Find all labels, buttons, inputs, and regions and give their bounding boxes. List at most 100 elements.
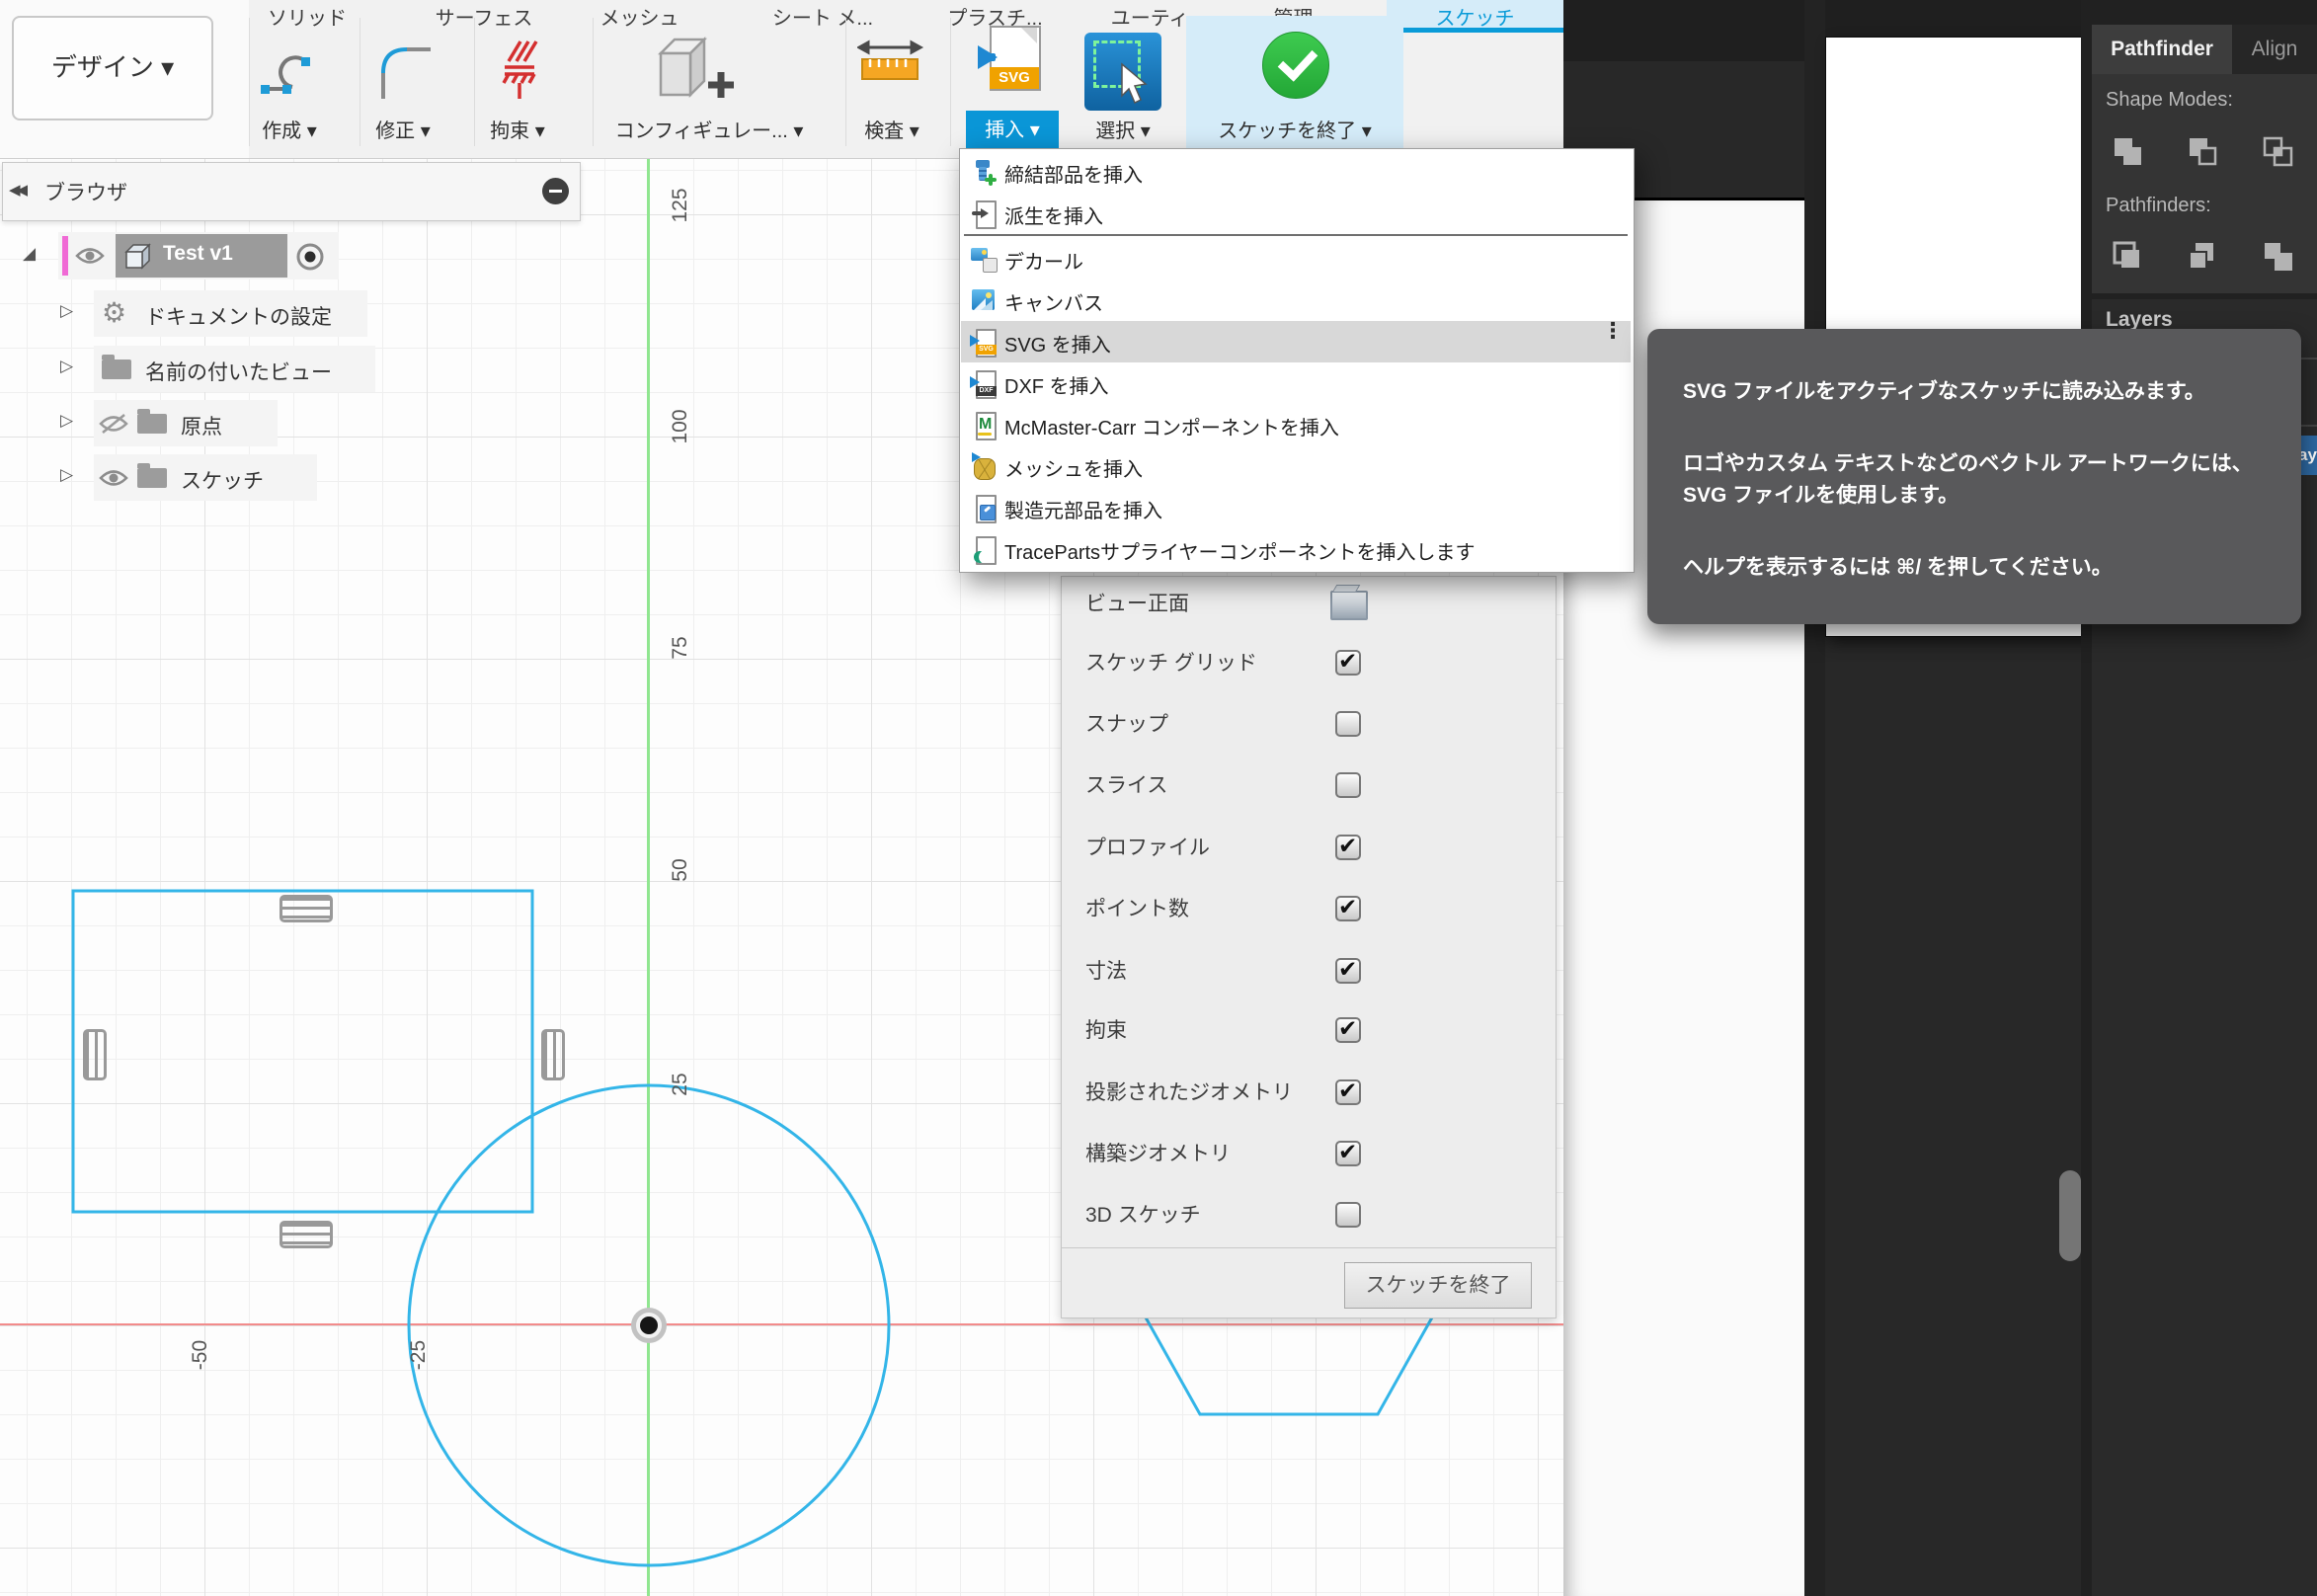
sketch-palette: ビュー正面 スケッチ グリッド スナップ スライス プロファイル ポイント数 寸… — [1061, 576, 1557, 1318]
active-edit-bar — [62, 236, 68, 276]
profile-checkbox[interactable] — [1335, 835, 1361, 860]
component-chip[interactable]: Test v1 — [116, 234, 287, 278]
menu-item-insert-mesh[interactable]: メッシュを挿入 — [961, 445, 1631, 487]
tree-row-origin[interactable]: ▷ 原点 — [94, 400, 278, 446]
modify-menu-label[interactable]: 修正 ▾ — [363, 115, 442, 144]
expand-icon[interactable]: ◢ — [23, 244, 36, 264]
activate-radio-icon[interactable] — [295, 242, 325, 272]
constrain-menu-label[interactable]: 拘束 ▾ — [478, 115, 557, 144]
tab-sketch[interactable]: スケッチ — [1387, 2, 1563, 30]
design-workspace-button[interactable]: デザイン ▾ — [12, 16, 213, 120]
inspect-menu-label[interactable]: 検査 ▾ — [852, 115, 931, 144]
browser-header[interactable]: ◀◀ ブラウザ — [2, 162, 581, 221]
tab-sheetmetal[interactable]: シート メ... — [749, 2, 897, 30]
palette-row-view-front: ビュー正面 — [1085, 588, 1189, 615]
insert-svg-file-icon[interactable]: SVG — [978, 26, 1045, 107]
menu-item-derive[interactable]: 派生を挿入 — [961, 193, 1631, 234]
green-check-icon — [1262, 32, 1329, 99]
menu-item-insert-dxf[interactable]: DXF DXF を挿入 — [961, 362, 1631, 404]
menu-item-manufacturer-part[interactable]: 製造元部品を挿入 — [961, 487, 1631, 528]
tree-row-document-settings[interactable]: ▷ ⚙ ドキュメントの設定 — [94, 290, 367, 337]
tree-label: スケッチ — [181, 465, 264, 495]
dimensions-checkbox[interactable] — [1335, 958, 1361, 984]
menu-item-traceparts[interactable]: TracePartsサプライヤーコンポーネントを挿入します — [961, 528, 1631, 570]
palette-row-construction-geometry: 構築ジオメトリ — [1085, 1138, 1231, 1165]
canvas-icon — [970, 286, 998, 314]
grid-label-y-100: 100 — [669, 392, 692, 461]
collapsed-arrow-icon[interactable]: ▷ — [60, 411, 73, 431]
menu-item-label: メッシュを挿入 — [1004, 453, 1143, 482]
create-menu-label[interactable]: 作成 ▾ — [250, 115, 329, 144]
illustrator-gap — [1804, 0, 1825, 1596]
select-tool-icon[interactable] — [1084, 33, 1161, 111]
constrain-icon[interactable] — [491, 38, 546, 103]
constraint-icon[interactable] — [280, 1221, 333, 1248]
select-menu-label[interactable]: 選択 ▾ — [1083, 115, 1162, 144]
inspect-measure-icon[interactable] — [857, 36, 926, 105]
scrollbar-thumb[interactable] — [2059, 1170, 2081, 1261]
insert-dropdown-button[interactable]: 挿入 ▾ — [966, 111, 1059, 150]
collapsed-arrow-icon[interactable]: ▷ — [60, 357, 73, 376]
pathfinders-label: Pathfinders: — [2106, 195, 2211, 217]
decal-icon — [970, 245, 998, 273]
points-checkbox[interactable] — [1335, 896, 1361, 921]
grid-label-x-neg50: -50 — [189, 1320, 212, 1390]
menu-item-fastener[interactable]: 締結部品を挿入 — [961, 151, 1631, 193]
dxf-insert-icon: DXF — [970, 369, 998, 397]
menu-item-label: McMaster-Carr コンポーネントを挿入 — [1004, 412, 1339, 440]
visibility-off-icon[interactable] — [98, 413, 129, 435]
layers-divider — [2301, 425, 2317, 427]
shape-mode-intersect-icon[interactable] — [2262, 135, 2295, 169]
snap-checkbox[interactable] — [1335, 711, 1361, 737]
tab-solid[interactable]: ソリッド — [252, 2, 362, 30]
pathfinder-trim-icon[interactable] — [2187, 240, 2220, 274]
tree-row-named-views[interactable]: ▷ 名前の付いたビュー — [94, 346, 375, 392]
finish-sketch-palette-button[interactable]: スケッチを終了 — [1344, 1262, 1532, 1309]
svg-insert-tooltip: SVG ファイルをアクティブなスケッチに読み込みます。 ロゴやカスタム テキスト… — [1647, 329, 2301, 624]
sketch-polygon-partial[interactable] — [1146, 1317, 1432, 1414]
tab-sketch-underline — [1387, 28, 1563, 33]
construction-geometry-checkbox[interactable] — [1335, 1141, 1361, 1166]
create-sketch-icon[interactable] — [257, 38, 322, 103]
configuration-icon[interactable] — [647, 30, 741, 114]
3d-sketch-checkbox[interactable] — [1335, 1202, 1361, 1228]
configuration-menu-label[interactable]: コンフィギュレー... ▾ — [600, 115, 818, 144]
menu-item-canvas[interactable]: キャンバス — [961, 279, 1631, 321]
tree-row-sketches[interactable]: ▷ スケッチ — [94, 454, 317, 501]
mcmaster-carr-icon: M — [970, 411, 998, 439]
constraints-checkbox[interactable] — [1335, 1017, 1361, 1043]
constraint-icon[interactable] — [280, 895, 333, 922]
sketch-grid-checkbox[interactable] — [1335, 650, 1361, 676]
constraint-icon[interactable] — [83, 1029, 107, 1080]
menu-item-label: DXF を挿入 — [1004, 370, 1109, 399]
traceparts-icon — [970, 535, 998, 563]
kebab-menu-icon[interactable]: ⋮ — [1602, 325, 1616, 336]
component-name: Test v1 — [163, 242, 233, 266]
tab-pathfinder[interactable]: Pathfinder — [2092, 25, 2232, 74]
pathfinder-divide-icon[interactable] — [2112, 240, 2145, 274]
modify-fillet-icon[interactable] — [373, 38, 435, 103]
slice-checkbox[interactable] — [1335, 772, 1361, 798]
shape-mode-minus-front-icon[interactable] — [2187, 135, 2220, 169]
view-front-icon[interactable] — [1330, 591, 1368, 620]
visibility-eye-icon[interactable] — [98, 467, 129, 489]
browser-minimize-icon[interactable] — [542, 178, 569, 204]
projected-geometry-checkbox[interactable] — [1335, 1079, 1361, 1105]
constraint-icon[interactable] — [541, 1029, 565, 1080]
collapse-browser-icon[interactable]: ◀◀ — [9, 181, 24, 199]
folder-icon — [137, 468, 167, 488]
collapsed-arrow-icon[interactable]: ▷ — [60, 465, 73, 485]
shape-mode-unite-icon[interactable] — [2112, 135, 2145, 169]
collapsed-arrow-icon[interactable]: ▷ — [60, 301, 73, 321]
menu-item-mcmaster[interactable]: M McMaster-Carr コンポーネントを挿入 — [961, 404, 1631, 445]
menu-item-decal[interactable]: デカール — [961, 238, 1631, 279]
tab-surface[interactable]: サーフェス — [420, 2, 548, 30]
palette-row-profile: プロファイル — [1085, 832, 1210, 859]
sketch-rectangle[interactable] — [73, 891, 532, 1212]
menu-item-insert-svg[interactable]: SVG SVG を挿入 ⋮ — [961, 321, 1631, 362]
tree-row-root[interactable]: ◢ Test v1 — [58, 232, 339, 279]
tab-align[interactable]: Align — [2232, 25, 2317, 74]
pathfinder-merge-icon[interactable] — [2262, 240, 2295, 274]
tab-mesh[interactable]: メッシュ — [578, 2, 701, 30]
visibility-eye-icon[interactable] — [74, 245, 106, 267]
